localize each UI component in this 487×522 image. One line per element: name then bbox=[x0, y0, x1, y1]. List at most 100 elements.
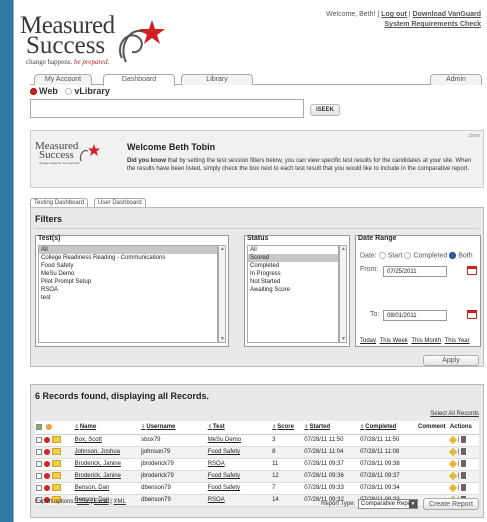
radio-web[interactable] bbox=[30, 88, 37, 96]
report-type-select[interactable]: Comparative Report ▼ bbox=[358, 499, 418, 509]
tests-scrollbar[interactable]: ▲ ▼ bbox=[218, 245, 226, 343]
logout-link[interactable]: Log out bbox=[381, 11, 407, 18]
trash-icon[interactable] bbox=[460, 460, 466, 468]
tab-testing-dashboard[interactable]: Testing Dashboard bbox=[30, 198, 89, 207]
cell-test[interactable]: RSOA bbox=[206, 458, 272, 471]
select-all-link[interactable]: Select All Records bbox=[430, 411, 479, 417]
link-this-year[interactable]: This Year bbox=[445, 338, 470, 344]
cell-test[interactable]: MeSu Demo bbox=[206, 434, 272, 447]
cell-test[interactable]: Food Safety bbox=[206, 446, 272, 459]
scroll-up-icon[interactable]: ▲ bbox=[220, 246, 225, 252]
row-checkbox[interactable] bbox=[36, 436, 42, 443]
from-date-input[interactable]: 07/25/2011 bbox=[383, 266, 447, 277]
calendar-icon[interactable] bbox=[467, 310, 477, 319]
trash-icon[interactable] bbox=[460, 448, 466, 456]
test-option[interactable]: Pilot Prompt Setup bbox=[39, 278, 217, 286]
close-link[interactable]: close bbox=[468, 133, 480, 139]
radio-vlibrary[interactable] bbox=[65, 88, 73, 96]
cell-name[interactable]: Benson, Dan bbox=[73, 482, 141, 495]
radio-start[interactable] bbox=[378, 252, 386, 259]
col-username[interactable]: ⇕Username bbox=[140, 421, 207, 435]
export-csv-link[interactable]: CSV bbox=[77, 499, 89, 505]
test-option[interactable]: All bbox=[39, 246, 217, 254]
folder-icon[interactable] bbox=[51, 484, 61, 492]
status-scrollbar[interactable]: ▲ ▼ bbox=[339, 245, 347, 343]
cell-comment bbox=[417, 458, 449, 471]
status-listbox[interactable]: All Scored Completed In Progress Not Started… bbox=[247, 245, 339, 343]
row-checkbox[interactable] bbox=[36, 472, 42, 479]
export-xml-link[interactable]: XML bbox=[114, 499, 126, 505]
folder-icon[interactable] bbox=[51, 448, 61, 456]
row-checkbox[interactable] bbox=[36, 448, 42, 455]
scroll-down-icon[interactable]: ▼ bbox=[341, 336, 346, 342]
test-option[interactable]: RSOA bbox=[39, 286, 217, 294]
test-option[interactable]: Food Safety bbox=[39, 262, 217, 270]
status-option[interactable]: In Progress bbox=[248, 270, 338, 278]
radio-completed[interactable] bbox=[404, 252, 412, 259]
col-score[interactable]: ⇕Score bbox=[271, 421, 304, 435]
status-option[interactable]: Not Started bbox=[248, 278, 338, 286]
download-vanguard-link[interactable]: Download VanGuard bbox=[413, 11, 481, 18]
status-option[interactable]: Scored bbox=[248, 254, 338, 262]
calendar-icon[interactable] bbox=[467, 266, 477, 275]
edit-icon[interactable] bbox=[448, 447, 458, 457]
select-checkbox-icon[interactable] bbox=[36, 423, 42, 430]
to-date-input[interactable]: 08/01/2011 bbox=[383, 310, 447, 321]
scroll-down-icon[interactable]: ▼ bbox=[220, 336, 225, 342]
tab-library[interactable]: Library bbox=[181, 74, 253, 85]
col-actions: Actions bbox=[448, 421, 479, 435]
scroll-up-icon[interactable]: ▲ bbox=[341, 246, 346, 252]
cell-test[interactable]: RSOA bbox=[206, 494, 272, 507]
row-checkbox[interactable] bbox=[36, 484, 42, 491]
cell-name[interactable]: Johnson, Joshua bbox=[73, 446, 141, 459]
apply-button[interactable]: Apply bbox=[423, 355, 479, 366]
test-option[interactable]: College Readiness Reading - Communicatio… bbox=[39, 254, 217, 262]
status-dot-icon bbox=[44, 460, 50, 467]
folder-icon[interactable] bbox=[51, 472, 61, 480]
edit-icon[interactable] bbox=[448, 459, 458, 469]
welcome-logo-star-icon bbox=[79, 144, 100, 162]
col-name[interactable]: ⇕Name bbox=[73, 421, 141, 435]
edit-icon[interactable] bbox=[448, 483, 458, 493]
cell-name[interactable]: Box, Scott bbox=[73, 434, 141, 447]
cell-name[interactable]: Broderick, Janine bbox=[73, 458, 141, 471]
tab-my-account[interactable]: My Account bbox=[34, 74, 92, 85]
col-started[interactable]: ⇕Started bbox=[303, 421, 360, 435]
tests-listbox[interactable]: All College Readiness Reading - Communica… bbox=[38, 245, 218, 343]
cell-test[interactable]: Food Safety bbox=[206, 482, 272, 495]
status-option[interactable]: Awaiting Score bbox=[248, 286, 338, 294]
trash-icon[interactable] bbox=[460, 436, 466, 444]
tab-user-dashboard[interactable]: User Dashboard bbox=[94, 198, 146, 207]
logo[interactable]: Measured Success change happens. be prep… bbox=[20, 13, 170, 66]
export-excel-link[interactable]: Excel bbox=[94, 499, 109, 505]
trash-icon[interactable] bbox=[460, 484, 466, 492]
test-option[interactable]: MeSu Demo bbox=[39, 270, 217, 278]
link-today[interactable]: Today bbox=[360, 338, 376, 344]
col-completed[interactable]: ⇕Completed bbox=[359, 421, 418, 435]
cell-actions: | bbox=[448, 458, 479, 471]
folder-icon[interactable] bbox=[51, 436, 61, 444]
radio-both[interactable] bbox=[449, 252, 457, 259]
link-this-month[interactable]: This Month bbox=[411, 338, 441, 344]
tab-admin[interactable]: Admin bbox=[430, 74, 482, 85]
edit-icon[interactable] bbox=[448, 471, 458, 481]
cell-name[interactable]: Broderick, Janine bbox=[73, 470, 141, 483]
create-report-button[interactable]: Create Report bbox=[423, 498, 479, 510]
status-filter-icon[interactable] bbox=[45, 423, 52, 430]
cell-test[interactable]: Food Safety bbox=[206, 470, 272, 483]
link-this-week[interactable]: This Week bbox=[380, 338, 408, 344]
col-test[interactable]: ⇕Test bbox=[206, 421, 272, 435]
iseek-button[interactable]: iSEEK bbox=[310, 104, 340, 116]
trash-icon[interactable] bbox=[460, 472, 466, 480]
status-option[interactable]: Completed bbox=[248, 262, 338, 270]
folder-icon[interactable] bbox=[51, 460, 61, 468]
test-option[interactable]: test bbox=[39, 294, 217, 302]
edit-icon[interactable] bbox=[448, 435, 458, 445]
tab-dashboard[interactable]: Dashboard bbox=[103, 74, 175, 86]
table-row: Box, Scott sbox79 MeSu Demo 3 07/28/11 11:50… bbox=[35, 434, 479, 447]
status-option[interactable]: All bbox=[248, 246, 338, 254]
tagline-red: be prepared. bbox=[74, 58, 110, 66]
search-input[interactable] bbox=[30, 99, 304, 118]
system-requirements-link[interactable]: System Requirements Check bbox=[385, 21, 481, 28]
row-checkbox[interactable] bbox=[36, 460, 42, 467]
